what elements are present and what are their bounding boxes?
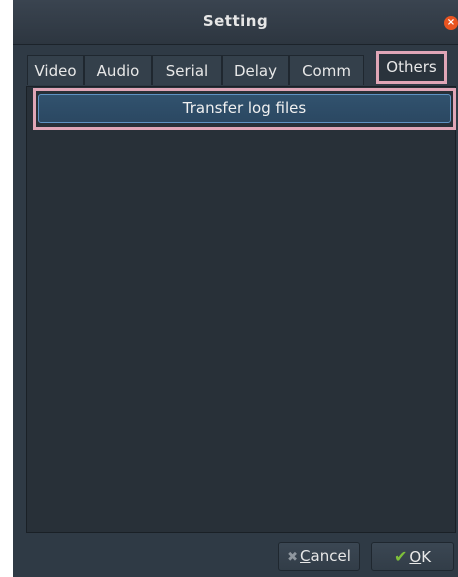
cancel-mnemonic: C — [300, 547, 311, 565]
window-title: Setting — [202, 12, 269, 30]
title-bar[interactable]: Setting × — [13, 0, 458, 45]
tab-comm[interactable]: Comm — [289, 55, 364, 85]
cancel-label: ancel — [310, 547, 351, 565]
setting-dialog: Setting × Video Audio Serial Delay Comm … — [13, 0, 458, 577]
tab-audio[interactable]: Audio — [84, 55, 152, 85]
tab-serial[interactable]: Serial — [152, 55, 222, 85]
tab-bar: Video Audio Serial Delay Comm Others — [27, 51, 451, 86]
ok-mnemonic: O — [409, 548, 422, 566]
ok-label: K — [421, 548, 432, 566]
check-icon: ✔ — [393, 547, 408, 566]
cancel-button[interactable]: ✖ Cancel — [278, 542, 360, 571]
close-icon[interactable]: × — [444, 16, 458, 30]
x-icon: ✖ — [287, 550, 299, 565]
tab-video[interactable]: Video — [27, 55, 84, 85]
tab-delay[interactable]: Delay — [222, 55, 289, 85]
others-tab-panel — [26, 86, 456, 533]
tab-others[interactable]: Others — [376, 51, 447, 84]
transfer-log-files-button[interactable]: Transfer log files — [38, 94, 451, 123]
ok-button[interactable]: ✔ OK — [371, 542, 454, 571]
